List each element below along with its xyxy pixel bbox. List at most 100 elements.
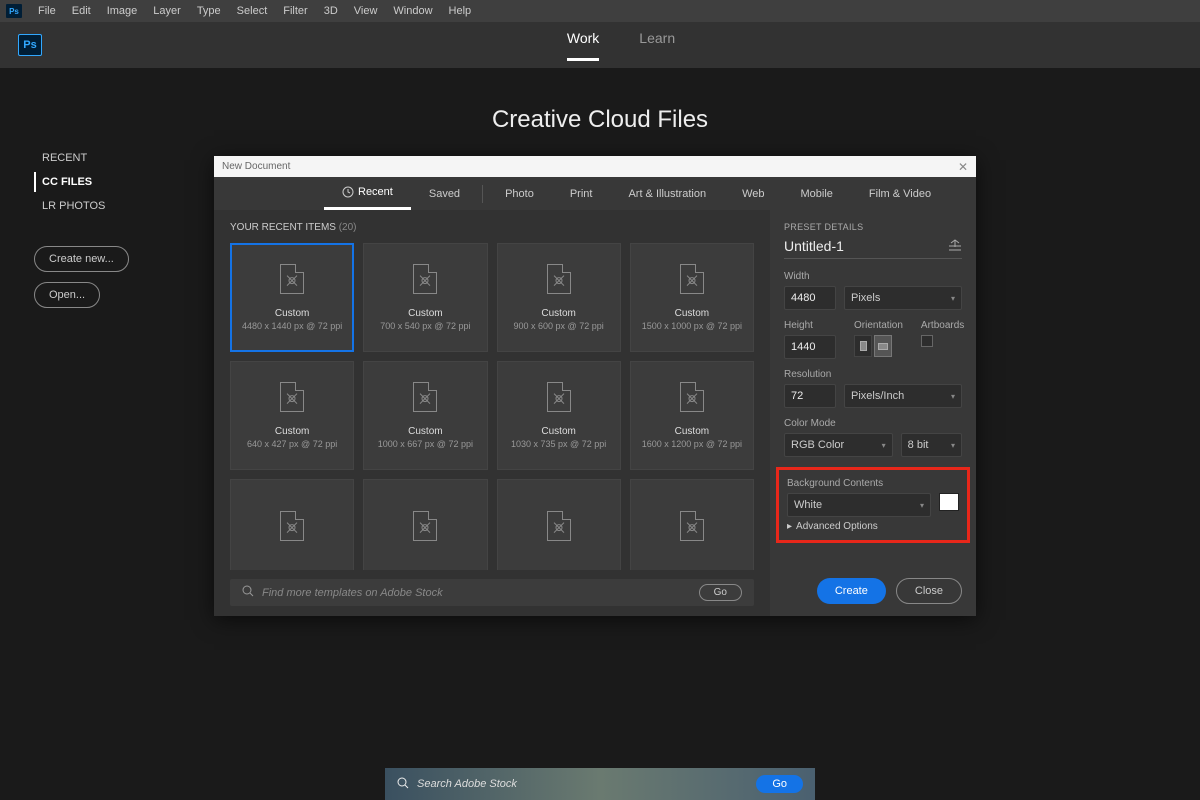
chevron-down-icon: ▾ [951,294,955,303]
adobe-stock-search-bar: Search Adobe Stock Go [385,768,815,800]
chevron-down-icon: ▾ [951,441,955,450]
colormode-select[interactable]: RGB Color▾ [784,433,893,457]
menu-help[interactable]: Help [441,5,480,17]
document-icon [547,264,571,294]
sidebar-item-recent[interactable]: RECENT [34,148,174,168]
units-select[interactable]: Pixels▾ [844,286,962,310]
menu-edit[interactable]: Edit [64,5,99,17]
preset-card[interactable] [497,479,621,570]
preset-card[interactable]: Custom4480 x 1440 px @ 72 ppi [230,243,354,352]
dialog-title: New Document [222,161,290,172]
header-tab-learn[interactable]: Learn [639,30,675,61]
document-icon [280,511,304,541]
preset-card[interactable]: Custom900 x 600 px @ 72 ppi [497,243,621,352]
preset-title: Custom [408,308,442,319]
preset-dimensions: 1500 x 1000 px @ 72 ppi [642,321,742,331]
background-color-swatch[interactable] [939,493,959,511]
header-tab-work[interactable]: Work [567,30,599,61]
document-icon [547,511,571,541]
document-icon [413,264,437,294]
document-icon [680,264,704,294]
tab-mobile[interactable]: Mobile [783,177,851,210]
document-icon [680,382,704,412]
preset-details-header: PRESET DETAILS [784,222,962,232]
preset-card[interactable]: Custom 1500 x 1000 px @ 72 ppi [630,243,754,352]
menu-3d[interactable]: 3D [316,5,346,17]
menu-image[interactable]: Image [99,5,146,17]
document-icon [680,511,704,541]
tab-film[interactable]: Film & Video [851,177,949,210]
preset-card[interactable] [363,479,487,570]
open-button[interactable]: Open... [34,282,100,308]
preset-dimensions: 1030 x 735 px @ 72 ppi [511,439,606,449]
bitdepth-select[interactable]: 8 bit▾ [901,433,962,457]
preset-card[interactable]: Custom1600 x 1200 px @ 72 ppi [630,361,754,470]
document-icon [413,382,437,412]
chevron-down-icon: ▾ [882,441,886,450]
page-title: Creative Cloud Files [0,106,1200,134]
menu-filter[interactable]: Filter [275,5,315,17]
close-button[interactable]: Close [896,578,962,604]
tab-print[interactable]: Print [552,177,611,210]
preset-card[interactable] [630,479,754,570]
menu-layer[interactable]: Layer [145,5,189,17]
preset-title: Custom [408,426,442,437]
create-new-button[interactable]: Create new... [34,246,129,272]
resolution-units-select[interactable]: Pixels/Inch▾ [844,384,962,408]
height-input[interactable] [784,335,836,359]
stock-search-placeholder[interactable]: Search Adobe Stock [417,778,756,790]
document-icon [280,264,304,294]
orientation-label: Orientation [854,320,903,331]
menu-select[interactable]: Select [229,5,276,17]
width-input[interactable] [784,286,836,310]
background-contents-highlight: Background Contents White▾ ▸ Advanced Op… [776,467,970,543]
preset-card[interactable]: Custom640 x 427 px @ 72 ppi [230,361,354,470]
document-icon [280,382,304,412]
close-icon[interactable]: ✕ [958,160,968,174]
sidebar-item-lrphotos[interactable]: LR PHOTOS [34,196,174,216]
preset-title: Custom [675,426,709,437]
preset-card[interactable]: Custom700 x 540 px @ 72 ppi [363,243,487,352]
artboards-checkbox[interactable] [921,335,933,347]
recent-items-label: YOUR RECENT ITEMS [230,222,336,233]
preset-card[interactable]: Custom1000 x 667 px @ 72 ppi [363,361,487,470]
search-icon [242,585,254,600]
chevron-down-icon: ▾ [951,392,955,401]
create-button[interactable]: Create [817,578,886,604]
preset-dimensions: 900 x 600 px @ 72 ppi [514,321,604,331]
preset-card[interactable]: Custom 1030 x 735 px @ 72 ppi [497,361,621,470]
menu-window[interactable]: Window [385,5,440,17]
document-icon [413,511,437,541]
background-contents-select[interactable]: White▾ [787,493,931,517]
tab-web[interactable]: Web [724,177,782,210]
preset-title: Custom [541,426,575,437]
menu-file[interactable]: File [30,5,64,17]
orientation-landscape-button[interactable] [874,335,892,357]
document-icon [547,382,571,412]
menu-view[interactable]: View [346,5,386,17]
preset-title: Custom [675,308,709,319]
advanced-options-toggle[interactable]: ▸ Advanced Options [787,521,959,532]
tab-photo[interactable]: Photo [487,177,552,210]
clock-icon [342,186,354,198]
stock-go-button[interactable]: Go [756,775,803,793]
width-label: Width [784,271,962,282]
resolution-input[interactable] [784,384,836,408]
preset-title: Custom [275,426,309,437]
preset-dimensions: 4480 x 1440 px @ 72 ppi [242,321,342,331]
tab-saved[interactable]: Saved [411,177,478,210]
preset-card[interactable] [230,479,354,570]
tab-recent[interactable]: Recent [324,177,411,210]
search-placeholder[interactable]: Find more templates on Adobe Stock [262,587,699,599]
ps-logo-icon: Ps [6,4,22,18]
presets-pane: YOUR RECENT ITEMS (20) Custom4480 x 1440… [214,210,770,616]
menu-type[interactable]: Type [189,5,229,17]
orientation-portrait-button[interactable] [854,335,872,357]
sidebar-item-ccfiles[interactable]: CC FILES [34,172,174,192]
search-go-button[interactable]: Go [699,584,742,601]
tab-art[interactable]: Art & Illustration [610,177,724,210]
save-preset-icon[interactable] [948,239,962,254]
document-name-input[interactable]: Untitled-1 [784,238,948,254]
preset-details-pane: PRESET DETAILS Untitled-1 Width Pixels▾ … [770,210,976,616]
sidebar: RECENT CC FILES LR PHOTOS Create new... … [34,148,174,308]
